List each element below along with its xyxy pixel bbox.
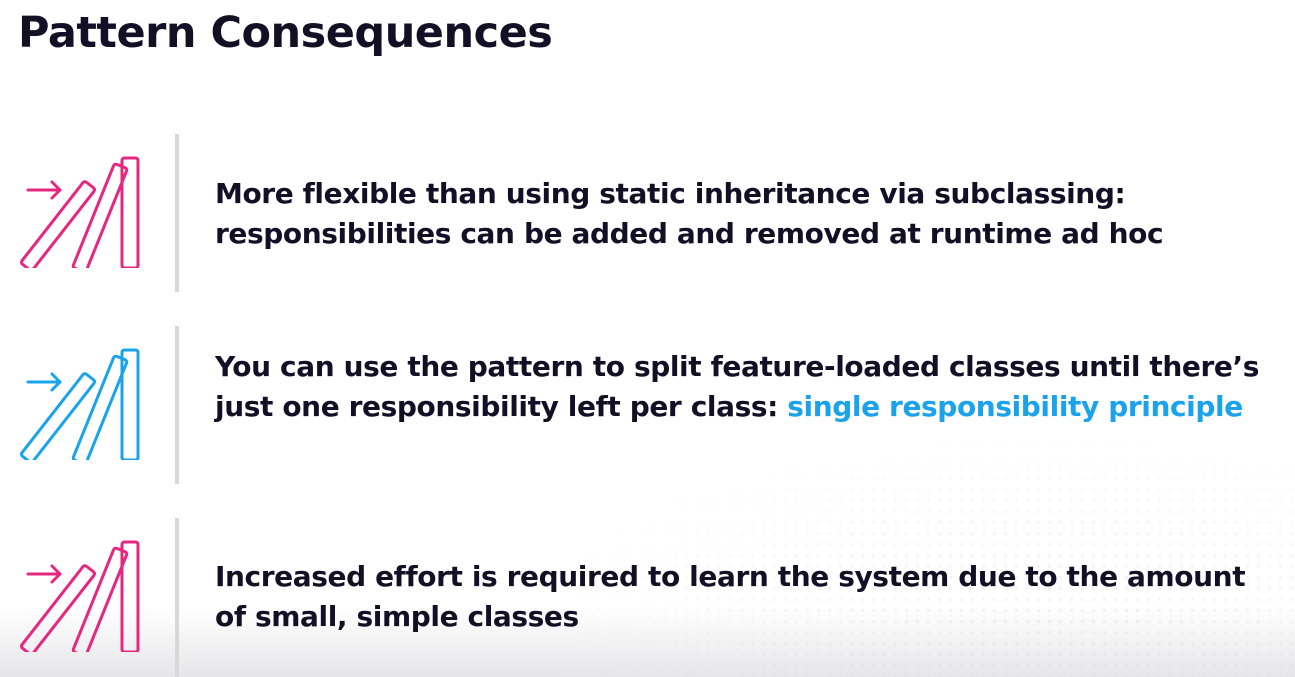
- item-divider: [175, 518, 179, 677]
- consequence-text-main: Increased effort is required to learn th…: [215, 560, 1246, 633]
- slide-title: Pattern Consequences: [18, 8, 553, 58]
- item-divider: [175, 134, 179, 292]
- consequence-text-highlight: single responsibility principle: [787, 390, 1243, 423]
- consequence-text: Increased effort is required to learn th…: [215, 557, 1285, 637]
- consequence-text: You can use the pattern to split feature…: [215, 347, 1285, 427]
- dominoes-blue-icon: [19, 348, 140, 460]
- slide: Pattern Consequences More flexible than …: [0, 0, 1295, 677]
- dominoes-pink-icon: [19, 156, 140, 268]
- consequence-text: More flexible than using static inherita…: [215, 174, 1285, 254]
- dominoes-pink-icon: [19, 540, 140, 652]
- consequence-text-main: More flexible than using static inherita…: [215, 177, 1164, 250]
- item-divider: [175, 326, 179, 484]
